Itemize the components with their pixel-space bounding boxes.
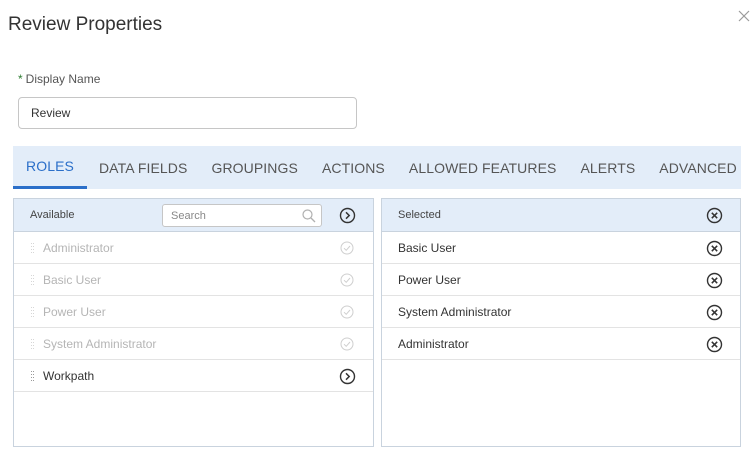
arrow-right-circle-icon (339, 207, 356, 224)
display-name-label-text: Display Name (25, 72, 101, 86)
remove-circle-icon (706, 304, 723, 321)
selected-header: Selected (382, 199, 740, 232)
search-input[interactable] (163, 205, 293, 226)
add-item-button[interactable] (339, 368, 356, 385)
display-name-input[interactable] (18, 97, 357, 129)
selected-panel: Selected Basic User Power User System Ad… (381, 198, 741, 447)
list-item-label: Basic User (398, 241, 457, 255)
selected-item-power-user: Power User (382, 264, 740, 296)
remove-item-button[interactable] (706, 336, 723, 353)
selected-item-system-administrator: System Administrator (382, 296, 740, 328)
selected-item-administrator: Administrator (382, 328, 740, 360)
available-header: Available (14, 199, 373, 232)
available-item-basic-user: Basic User (14, 264, 373, 296)
selected-check-icon (339, 336, 356, 353)
dialog-title: Review Properties (8, 14, 163, 35)
tab-groupings[interactable]: GROUPINGS (199, 146, 309, 189)
available-panel: Available Administrator Basic User (13, 198, 374, 447)
drag-handle-icon (31, 307, 34, 317)
drag-handle-icon (31, 275, 34, 285)
available-item-system-administrator: System Administrator (14, 328, 373, 360)
list-item-label: Basic User (43, 273, 102, 287)
list-item-label: System Administrator (43, 337, 157, 351)
tab-alerts[interactable]: ALERTS (568, 146, 647, 189)
list-item-label: Power User (398, 273, 461, 287)
remove-item-button[interactable] (706, 240, 723, 257)
available-item-workpath[interactable]: Workpath (14, 360, 373, 392)
remove-circle-icon (706, 336, 723, 353)
tab-roles[interactable]: ROLES (13, 146, 87, 189)
required-mark: * (18, 72, 23, 86)
list-item-label: Administrator (398, 337, 469, 351)
remove-item-button[interactable] (706, 304, 723, 321)
remove-circle-icon (706, 207, 723, 224)
available-title: Available (30, 209, 75, 221)
drag-handle-icon (31, 243, 34, 253)
tab-data-fields[interactable]: DATA FIELDS (87, 146, 200, 189)
tab-advanced[interactable]: ADVANCED (647, 146, 749, 189)
search-icon (302, 209, 316, 223)
search-box (162, 204, 322, 227)
remove-item-button[interactable] (706, 272, 723, 289)
selected-item-basic-user: Basic User (382, 232, 740, 264)
selected-title: Selected (398, 209, 441, 221)
list-item-label: System Administrator (398, 305, 512, 319)
drag-handle-icon (31, 339, 34, 349)
remove-circle-icon (706, 240, 723, 257)
list-item-label: Power User (43, 305, 106, 319)
available-item-administrator: Administrator (14, 232, 373, 264)
available-item-power-user: Power User (14, 296, 373, 328)
close-icon[interactable] (736, 8, 752, 24)
remove-circle-icon (706, 272, 723, 289)
selected-check-icon (339, 304, 356, 321)
list-item-label: Administrator (43, 241, 114, 255)
tab-allowed-features[interactable]: ALLOWED FEATURES (397, 146, 569, 189)
list-item-label: Workpath (43, 369, 95, 383)
arrow-right-circle-icon (339, 368, 356, 385)
display-name-label: * Display Name (18, 72, 100, 86)
drag-handle-icon[interactable] (31, 371, 34, 382)
selected-check-icon (339, 272, 356, 289)
selected-check-icon (339, 240, 356, 257)
tab-bar: ROLES DATA FIELDS GROUPINGS ACTIONS ALLO… (13, 146, 741, 189)
tab-actions[interactable]: ACTIONS (310, 146, 397, 189)
add-all-button[interactable] (339, 207, 356, 224)
remove-all-button[interactable] (706, 207, 723, 224)
